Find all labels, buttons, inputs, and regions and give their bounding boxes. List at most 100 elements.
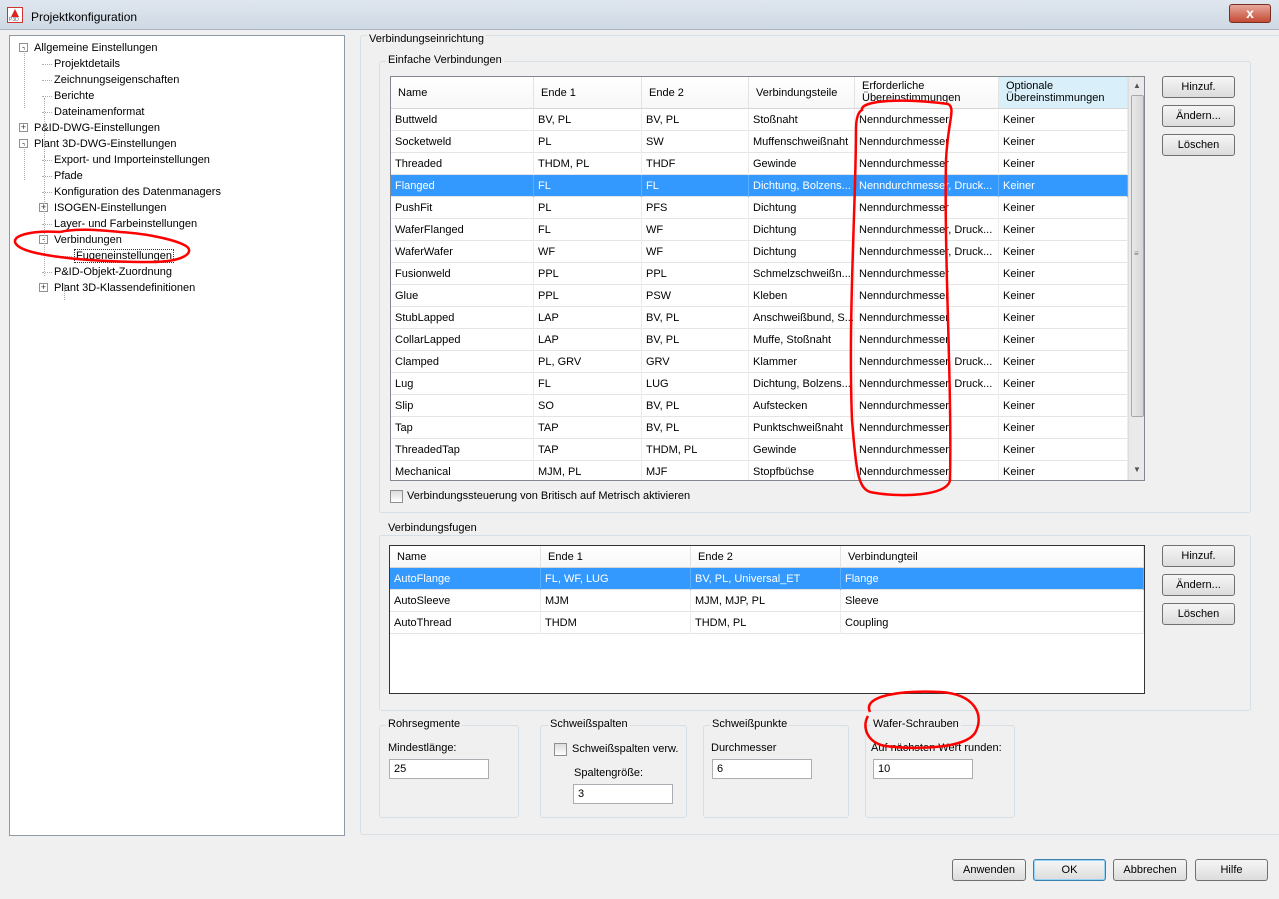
tree-item[interactable]: Pfade (54, 168, 83, 184)
simple-table-cell: Schmelzschweißn... (749, 263, 855, 285)
simple-table-row[interactable]: Lug FL LUG Dichtung, Bolzens... Nenndurchmes… (391, 373, 1128, 395)
tree-item[interactable]: Export- und Importeinstellungen (54, 152, 210, 168)
simple-column-header[interactable]: Name (391, 77, 534, 109)
tree-item[interactable]: P&ID-Objekt-Zuordnung (54, 264, 172, 280)
simple-table-cell: THDM, PL (642, 439, 749, 461)
joint-add-button[interactable]: Hinzuf. (1162, 545, 1235, 567)
tree-item[interactable]: Fugeneinstellungen (74, 248, 175, 264)
simple-table-row[interactable]: Mechanical MJM, PL MJF Stopfbüchse Nenndurch… (391, 461, 1128, 480)
tree-item[interactable]: Allgemeine Einstellungen (34, 40, 158, 56)
simple-table-cell: Gewinde (749, 439, 855, 461)
simple-delete-button[interactable]: Löschen (1162, 134, 1235, 156)
simple-table-cell: Stopfbüchse (749, 461, 855, 480)
simple-table-cell: Nenndurchmesser (855, 307, 999, 329)
simple-table-cell: Nenndurchmesser (855, 263, 999, 285)
simple-table-row[interactable]: ThreadedTap TAP THDM, PL Gewinde Nenndurchme… (391, 439, 1128, 461)
simple-table-row[interactable]: StubLapped LAP BV, PL Anschweißbund, S... Ne… (391, 307, 1128, 329)
simple-column-header[interactable]: Ende 2 (642, 77, 749, 109)
simple-table-cell: Keiner (999, 395, 1128, 417)
joint-column-header[interactable]: Name (390, 546, 541, 568)
simple-table-row[interactable]: Fusionweld PPL PPL Schmelzschweißn... Nenndu… (391, 263, 1128, 285)
joint-table-cell: MJM (541, 590, 691, 612)
wafer-schrauben-label: Wafer-Schrauben (871, 718, 961, 730)
joint-table-header: Name Ende 1 Ende 2 Verbindungteil (390, 546, 1144, 568)
schweissspalten-checkbox[interactable] (554, 743, 567, 756)
simple-table-cell: MJF (642, 461, 749, 480)
tree-item[interactable]: Layer- und Farbeinstellungen (54, 216, 197, 232)
joint-table-cell: THDM, PL (691, 612, 841, 634)
einfache-verbindungen-label: Einfache Verbindungen (386, 54, 504, 66)
simple-table-row[interactable]: Tap TAP BV, PL Punktschweißnaht Nenndurchmes… (391, 417, 1128, 439)
simple-column-header[interactable]: Verbindungsteile (749, 77, 855, 109)
simple-table-row[interactable]: Glue PPL PSW Kleben Nenndurchmesser Keiner (391, 285, 1128, 307)
simple-table-cell: Nenndurchmesser, Druck... (855, 219, 999, 241)
simple-table-cell: PL (534, 197, 642, 219)
simple-table-row[interactable]: Threaded THDM, PL THDF Gewinde Nenndurchmess… (391, 153, 1128, 175)
simple-table-cell: CollarLapped (391, 329, 534, 351)
simple-table-cell: Muffe, Stoßnaht (749, 329, 855, 351)
tree-item[interactable]: Projektdetails (54, 56, 120, 72)
tree-item[interactable]: Konfiguration des Datenmanagers (54, 184, 221, 200)
simple-table-cell: BV, PL (642, 329, 749, 351)
runden-input[interactable]: 10 (873, 759, 973, 779)
joint-table[interactable]: Name Ende 1 Ende 2 Verbindungteil AutoFlang… (389, 545, 1145, 694)
simple-table-scrollbar[interactable]: ▲ ≡ ▼ (1128, 77, 1144, 480)
simple-table-row[interactable]: Flanged FL FL Dichtung, Bolzens... Nenndurch… (391, 175, 1128, 197)
expand-icon[interactable]: + (19, 123, 28, 132)
simple-table-cell: MJM, PL (534, 461, 642, 480)
tree-item[interactable]: ISOGEN-Einstellungen (54, 200, 167, 216)
joint-table-row[interactable]: AutoSleeve MJM MJM, MJP, PL Sleeve (390, 590, 1144, 612)
help-button[interactable]: Hilfe (1195, 859, 1268, 881)
simple-table-row[interactable]: PushFit PL PFS Dichtung Nenndurchmesser Keine… (391, 197, 1128, 219)
joint-column-header[interactable]: Verbindungteil (841, 546, 1144, 568)
settings-tree[interactable]: Allgemeine Einstellungen - Projektdetails Z… (9, 35, 345, 836)
close-button[interactable]: x (1229, 4, 1271, 23)
simple-edit-button[interactable]: Ändern... (1162, 105, 1235, 127)
durchmesser-input[interactable]: 6 (712, 759, 812, 779)
tree-item-label: Allgemeine Einstellungen (34, 42, 158, 54)
simple-table-row[interactable]: Slip SO BV, PL Aufstecken Nenndurchmesser Kei… (391, 395, 1128, 417)
scroll-up-icon[interactable]: ▲ (1133, 81, 1141, 90)
tree-item[interactable]: Plant 3D-Klassendefinitionen (54, 280, 195, 296)
simple-column-header[interactable]: Ende 1 (534, 77, 642, 109)
simple-table-cell: Keiner (999, 241, 1128, 263)
simple-connections-table[interactable]: Name Ende 1 Ende 2 Verbindungsteile Erforder… (390, 76, 1145, 481)
joint-table-row[interactable]: AutoThread THDM THDM, PL Coupling (390, 612, 1144, 634)
joint-table-row[interactable]: AutoFlange FL, WF, LUG BV, PL, Universal_E… (390, 568, 1144, 590)
simple-table-row[interactable]: WaferWafer WF WF Dichtung Nenndurchmesser, D… (391, 241, 1128, 263)
simple-table-cell: PL (534, 131, 642, 153)
metric-conversion-label: Verbindungssteuerung von Britisch auf Me… (407, 490, 691, 502)
joint-table-cell: AutoSleeve (390, 590, 541, 612)
simple-add-button[interactable]: Hinzuf. (1162, 76, 1235, 98)
tree-item[interactable]: Zeichnungseigenschaften (54, 72, 179, 88)
tree-item[interactable]: Dateinamenformat (54, 104, 145, 120)
spaltengroesse-input[interactable]: 3 (573, 784, 673, 804)
tree-item[interactable]: Plant 3D-DWG-Einstellungen (34, 136, 176, 152)
simple-table-row[interactable]: Clamped PL, GRV GRV Klammer Nenndurchmesser,… (391, 351, 1128, 373)
joint-column-header[interactable]: Ende 1 (541, 546, 691, 568)
mindestlaenge-input[interactable]: 25 (389, 759, 489, 779)
simple-table-row[interactable]: Buttweld BV, PL BV, PL Stoßnaht Nenndurchmes… (391, 109, 1128, 131)
tree-item[interactable]: Berichte (54, 88, 94, 104)
scroll-down-icon[interactable]: ▼ (1133, 465, 1141, 474)
ok-button[interactable]: OK (1033, 859, 1106, 881)
tree-item-label: Layer- und Farbeinstellungen (54, 218, 198, 230)
tree-item[interactable]: P&ID-DWG-Einstellungen (34, 120, 160, 136)
simple-table-row[interactable]: CollarLapped LAP BV, PL Muffe, Stoßnaht Nenn… (391, 329, 1128, 351)
tree-item-label: Konfiguration des Datenmanagers (54, 186, 221, 198)
runden-label: Auf nächsten Wert runden: (871, 742, 1002, 754)
tree-item[interactable]: Verbindungen (54, 232, 122, 248)
simple-table-row[interactable]: Socketweld PL SW Muffenschweißnaht Nenndurch… (391, 131, 1128, 153)
simple-table-cell: TAP (534, 417, 642, 439)
simple-table-cell: WF (642, 219, 749, 241)
cancel-button[interactable]: Abbrechen (1113, 859, 1187, 881)
joint-delete-button[interactable]: Löschen (1162, 603, 1235, 625)
metric-conversion-checkbox[interactable] (390, 490, 403, 503)
simple-column-header[interactable]: Optionale Übereinstimmungen (999, 77, 1128, 109)
simple-table-row[interactable]: WaferFlanged FL WF Dichtung Nenndurchmesser,… (391, 219, 1128, 241)
joint-edit-button[interactable]: Ändern... (1162, 574, 1235, 596)
joint-column-header[interactable]: Ende 2 (691, 546, 841, 568)
apply-button[interactable]: Anwenden (952, 859, 1026, 881)
simple-column-header[interactable]: Erforderliche Übereinstimmungen (855, 77, 999, 109)
expand-icon[interactable]: + (39, 283, 48, 292)
